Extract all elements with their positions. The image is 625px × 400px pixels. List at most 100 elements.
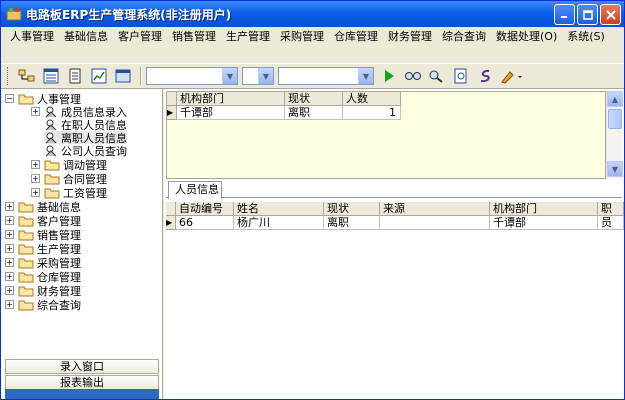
menu-finance[interactable]: 财务管理 [383, 29, 437, 45]
tree-node-customer[interactable]: + 客户管理 [5, 214, 81, 228]
expand-icon[interactable]: + [31, 160, 40, 169]
menu-warehouse[interactable]: 仓库管理 [329, 29, 383, 45]
col-header-department[interactable]: 机构部门 [490, 202, 598, 216]
chart-icon[interactable] [88, 66, 110, 86]
expand-icon[interactable]: + [5, 300, 14, 309]
tree-node-warehouse[interactable]: + 仓库管理 [5, 270, 81, 284]
tree-node-finance[interactable]: + 财务管理 [5, 284, 81, 298]
table-cell[interactable]: 离职 [324, 216, 380, 230]
table-cell[interactable] [380, 216, 490, 230]
tree-view-icon[interactable] [16, 66, 38, 86]
table-cell[interactable]: 66 [176, 216, 234, 230]
input-window-button[interactable]: 录入窗口 [5, 359, 159, 374]
expand-icon[interactable]: + [5, 272, 14, 281]
chevron-down-icon[interactable]: ▼ [258, 68, 273, 84]
toolbar-grip[interactable] [7, 67, 10, 85]
col-header-count[interactable]: 人数 [343, 92, 401, 106]
menu-query[interactable]: 综合查询 [437, 29, 491, 45]
scroll-up-icon[interactable]: ▲ [607, 91, 623, 107]
menu-system[interactable]: 系统(S) [562, 29, 610, 45]
window-icon[interactable] [112, 66, 134, 86]
row-pointer-icon: ▶ [166, 216, 176, 230]
find-icon[interactable] [402, 66, 424, 86]
tree-node-basic-info[interactable]: + 基础信息 [5, 200, 81, 214]
expand-icon[interactable]: + [5, 202, 14, 211]
collapse-icon[interactable]: − [5, 94, 14, 103]
tree-node-purchase[interactable]: + 采购管理 [5, 256, 81, 270]
sort-icon[interactable] [474, 66, 496, 86]
tree-node-production[interactable]: + 生产管理 [5, 242, 81, 256]
tree-node-staff-query[interactable]: 公司人员查询 [44, 144, 127, 158]
maximize-button[interactable] [577, 4, 598, 25]
vertical-scrollbar[interactable]: ▲ ▼ [606, 91, 623, 179]
menu-hr[interactable]: 人事管理 [5, 29, 59, 45]
minimize-icon [561, 16, 567, 18]
col-header-source[interactable]: 来源 [380, 202, 490, 216]
play-icon[interactable] [378, 66, 400, 86]
folder-icon [44, 174, 60, 184]
close-button[interactable] [600, 4, 621, 25]
tree-node-query[interactable]: + 综合查询 [5, 298, 81, 312]
table-cell[interactable]: 千谭部 [177, 106, 285, 120]
folder-icon [18, 300, 34, 310]
minimize-button[interactable] [554, 4, 575, 25]
expand-icon[interactable]: + [31, 174, 40, 183]
document-icon[interactable] [64, 66, 86, 86]
grid-corner [167, 92, 177, 106]
user-key-icon [45, 145, 57, 157]
find-next-icon[interactable] [426, 66, 448, 86]
sidebar-selected-bar[interactable] [5, 389, 159, 399]
tree-node-salary[interactable]: + 工资管理 [31, 186, 107, 200]
combo-field-2[interactable]: ▼ [242, 67, 274, 85]
col-header-status[interactable]: 现状 [285, 92, 343, 106]
menu-bar: 人事管理 基础信息 客户管理 销售管理 生产管理 采购管理 仓库管理 财务管理 … [1, 27, 624, 63]
menu-customer[interactable]: 客户管理 [113, 29, 167, 45]
report-output-button[interactable]: 报表输出 [5, 375, 159, 390]
tree-node-sales[interactable]: + 销售管理 [5, 228, 81, 242]
col-header-department[interactable]: 机构部门 [177, 92, 285, 106]
chevron-down-icon[interactable]: ▼ [222, 68, 237, 84]
chevron-down-icon[interactable]: ▼ [358, 68, 373, 84]
expand-icon[interactable]: + [5, 286, 14, 295]
menu-data-processing[interactable]: 数据处理(O) [491, 29, 562, 45]
expand-icon[interactable]: + [5, 258, 14, 267]
combo-field-3[interactable]: ▼ [278, 67, 374, 85]
folder-icon [18, 258, 34, 268]
table-cell[interactable]: 千谭部 [490, 216, 598, 230]
folder-icon [44, 188, 60, 198]
table-cell[interactable]: 员 [598, 216, 624, 230]
expand-icon[interactable]: + [31, 107, 40, 116]
table-cell[interactable]: 1 [343, 106, 401, 120]
expand-icon[interactable]: + [5, 244, 14, 253]
detail-grid: 自动编号 姓名 现状 来源 机构部门 职 ▶ 66 杨广川 离职 千谭部 员 [166, 202, 624, 399]
main-panel: 机构部门 现状 人数 ▶ 千谭部 离职 1 ▲ ▼ 人员信息 自动编号 姓名 现… [164, 89, 624, 399]
title-bar: 电路板ERP生产管理系统(非注册用户) [1, 1, 624, 27]
menu-sales[interactable]: 销售管理 [167, 29, 221, 45]
list-view-icon[interactable] [40, 66, 62, 86]
navigation-sidebar: − 人事管理 + 成员信息录入 在职人员信息 离职人员信息 公司人员查询 + 调动管理… [1, 89, 163, 399]
menu-basic-info[interactable]: 基础信息 [59, 29, 113, 45]
toolbar-separator [140, 67, 142, 85]
tab-staff-info[interactable]: 人员信息 [168, 181, 222, 199]
combo-field-1[interactable]: ▼ [146, 67, 238, 85]
preview-icon[interactable] [450, 66, 472, 86]
folder-icon [18, 244, 34, 254]
scroll-down-icon[interactable]: ▼ [607, 161, 623, 177]
table-cell[interactable]: 离职 [285, 106, 343, 120]
menu-production[interactable]: 生产管理 [221, 29, 275, 45]
table-cell[interactable]: 杨广川 [234, 216, 324, 230]
tree-node-transfer[interactable]: + 调动管理 [31, 158, 107, 172]
col-header-auto-id[interactable]: 自动编号 [176, 202, 234, 216]
user-key-icon [45, 119, 57, 131]
folder-icon [18, 202, 34, 212]
col-header-name[interactable]: 姓名 [234, 202, 324, 216]
expand-icon[interactable]: + [5, 216, 14, 225]
scroll-thumb[interactable] [608, 109, 622, 129]
tree-node-contract[interactable]: + 合同管理 [31, 172, 107, 186]
menu-purchase[interactable]: 采购管理 [275, 29, 329, 45]
expand-icon[interactable]: + [31, 188, 40, 197]
col-header-position[interactable]: 职 [598, 202, 624, 216]
col-header-status[interactable]: 现状 [324, 202, 380, 216]
expand-icon[interactable]: + [5, 230, 14, 239]
pen-dropdown-icon[interactable] [498, 66, 528, 86]
